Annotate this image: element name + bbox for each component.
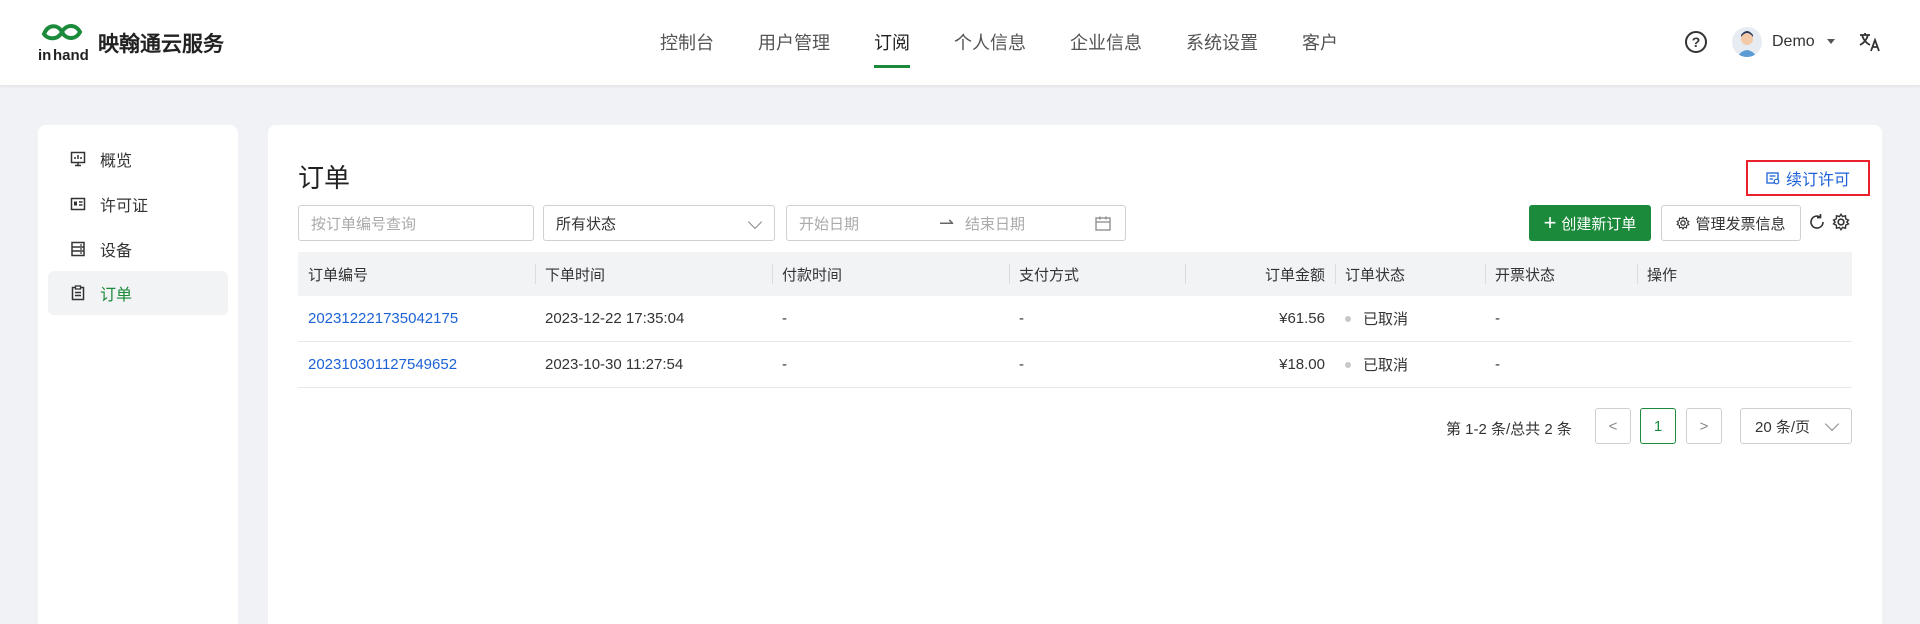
order-number-link[interactable]: 202310301127549652	[308, 356, 457, 373]
invoice-status: -	[1495, 356, 1500, 373]
page-size-value: 20 条/页	[1755, 418, 1811, 436]
page-size-select[interactable]: 20 条/页	[1740, 408, 1852, 444]
renew-license-button[interactable]: 续订许可	[1746, 160, 1870, 196]
manage-invoice-label: 管理发票信息	[1695, 215, 1786, 233]
create-order-button[interactable]: + 创建新订单	[1529, 205, 1651, 241]
column-header: 订单状态	[1335, 252, 1485, 296]
nav-console[interactable]: 控制台	[660, 0, 714, 86]
license-renew-icon	[1766, 172, 1780, 185]
main-nav: 控制台 用户管理 订阅 个人信息 企业信息 系统设置 客户	[660, 0, 1382, 86]
order-time: 2023-12-22 17:35:04	[545, 310, 685, 327]
nav-user-management[interactable]: 用户管理	[758, 0, 830, 86]
svg-text:in: in	[38, 47, 51, 64]
order-status-text: 已取消	[1363, 357, 1409, 374]
device-icon	[71, 241, 85, 257]
pay-method: -	[1019, 310, 1024, 327]
order-time: 2023-10-30 11:27:54	[545, 356, 684, 373]
search-placeholder: 按订单编号查询	[311, 215, 417, 233]
date-range-picker[interactable]: 开始日期 ⇀ 结束日期	[786, 205, 1126, 241]
column-header: 付款时间	[772, 252, 1009, 296]
sidebar-item-overview[interactable]: 概览	[48, 137, 228, 181]
nav-personal-info[interactable]: 个人信息	[954, 0, 1026, 86]
row-actions	[1637, 342, 1852, 387]
renew-license-label: 续订许可	[1785, 172, 1850, 189]
pagination-summary: 第 1-2 条/总共 2 条	[1446, 421, 1572, 438]
column-header: 操作	[1637, 252, 1852, 296]
svg-text:hand: hand	[53, 47, 89, 64]
manage-invoice-button[interactable]: 管理发票信息	[1661, 205, 1801, 241]
start-date-placeholder: 开始日期	[799, 215, 860, 233]
column-header: 开票状态	[1485, 252, 1637, 296]
column-header: 支付方式	[1009, 252, 1185, 296]
column-header: 订单金额	[1185, 252, 1335, 296]
order-status: 已取消	[1335, 296, 1485, 341]
table-row: 202310301127549652 2023-10-30 11:27:54 -…	[298, 342, 1852, 388]
sidebar-item-label: 订单	[100, 287, 133, 304]
order-status: 已取消	[1335, 342, 1485, 387]
sidebar-item-license[interactable]: 许可证	[48, 182, 228, 226]
table-row: 202312221735042175 2023-12-22 17:35:04 -…	[298, 296, 1852, 342]
create-order-label: 创建新订单	[1561, 215, 1637, 233]
sidebar-item-orders[interactable]: 订单	[48, 271, 228, 315]
refresh-icon[interactable]	[1808, 213, 1826, 231]
nav-subscription[interactable]: 订阅	[874, 0, 910, 86]
avatar[interactable]	[1732, 27, 1762, 57]
license-icon	[70, 197, 86, 211]
order-amount: ¥61.56	[1279, 310, 1325, 327]
status-select[interactable]: 所有状态	[543, 205, 775, 241]
order-amount: ¥18.00	[1279, 356, 1325, 373]
pay-time: -	[782, 310, 787, 327]
nav-company-info[interactable]: 企业信息	[1070, 0, 1142, 86]
top-header: in hand 映翰通云服务 控制台 用户管理 订阅 个人信息 企业信息 系统设…	[0, 0, 1920, 86]
order-search-input[interactable]: 按订单编号查询	[298, 205, 534, 241]
column-header: 下单时间	[535, 252, 772, 296]
gear-icon	[1676, 216, 1691, 230]
caret-down-icon[interactable]	[1827, 39, 1835, 44]
status-select-value: 所有状态	[556, 215, 617, 233]
brand-name: 映翰通云服务	[98, 33, 224, 56]
sidebar: 概览 许可证 设备 订单	[38, 125, 238, 624]
status-dot-icon	[1345, 315, 1351, 322]
status-dot-icon	[1345, 361, 1351, 368]
column-header: 订单编号	[308, 266, 369, 284]
order-number-link[interactable]: 202312221735042175	[308, 310, 458, 327]
row-actions	[1637, 296, 1852, 341]
settings-icon[interactable]	[1832, 213, 1850, 231]
orders-table: 订单编号 下单时间 付款时间 支付方式 订单金额 订单状态 开票状态 操作 20…	[298, 252, 1852, 388]
inhand-logo: in hand	[38, 24, 89, 64]
page-1-button[interactable]: 1	[1640, 408, 1676, 444]
sidebar-item-label: 设备	[100, 243, 133, 260]
next-page-button[interactable]: >	[1686, 408, 1722, 444]
help-icon[interactable]: ?	[1685, 31, 1707, 53]
pay-time: -	[782, 356, 787, 373]
chevron-down-icon	[747, 214, 763, 230]
sidebar-item-label: 许可证	[100, 198, 149, 215]
translate-icon[interactable]	[1858, 30, 1882, 54]
user-avatar-icon	[1737, 31, 1757, 57]
order-status-text: 已取消	[1363, 311, 1409, 328]
page-title: 订单	[298, 163, 351, 193]
orders-panel: 订单 续订许可 按订单编号查询 所有状态 开始日期 ⇀ 结束日期 + 创建新订单	[268, 125, 1882, 624]
nav-customers[interactable]: 客户	[1302, 0, 1338, 86]
calendar-icon	[1095, 216, 1111, 231]
plus-icon: +	[1543, 210, 1557, 235]
monitor-icon	[70, 151, 86, 167]
arrow-right-icon: ⇀	[939, 213, 955, 233]
end-date-placeholder: 结束日期	[965, 215, 1026, 233]
chevron-down-icon	[1824, 416, 1840, 432]
sidebar-item-label: 概览	[100, 153, 133, 170]
nav-system-settings[interactable]: 系统设置	[1186, 0, 1258, 86]
order-icon	[71, 285, 85, 301]
table-header: 订单编号 下单时间 付款时间 支付方式 订单金额 订单状态 开票状态 操作	[298, 252, 1852, 296]
sidebar-item-devices[interactable]: 设备	[48, 227, 228, 271]
pay-method: -	[1019, 356, 1024, 373]
invoice-status: -	[1495, 310, 1500, 327]
prev-page-button[interactable]: <	[1595, 408, 1631, 444]
user-name[interactable]: Demo	[1772, 33, 1815, 51]
